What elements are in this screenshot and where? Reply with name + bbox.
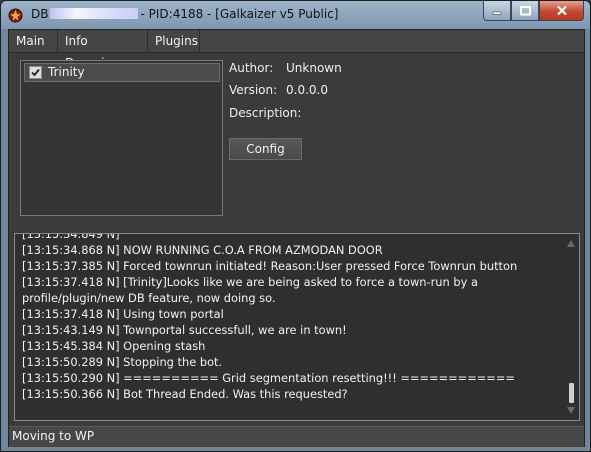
maximize-icon [519, 5, 531, 15]
log-line: [13:15:37.418 N] Using town portal [22, 307, 224, 321]
scroll-down-arrow-icon[interactable] [567, 407, 575, 414]
menu-info-dumping[interactable]: Info Dumping [58, 30, 148, 70]
title-bar[interactable]: DB - PID:4188 - [Galkaizer v5 Public] [1, 1, 590, 29]
window-title: DB - PID:4188 - [Galkaizer v5 Public] [31, 7, 338, 21]
log-scrollbar[interactable] [565, 235, 578, 419]
menu-plugins[interactable]: Plugins [148, 30, 200, 52]
scroll-up-arrow-icon[interactable] [567, 240, 575, 247]
log-line: [13:15:50.289 N] Stopping the bot. [22, 355, 223, 369]
minimize-button[interactable] [483, 1, 511, 21]
plugin-label: Trinity [48, 65, 85, 79]
config-button[interactable]: Config [229, 138, 302, 160]
version-value: 0.0.0.0 [286, 83, 328, 97]
plugin-row-trinity[interactable]: Trinity [24, 63, 220, 82]
log-line: [13:15:50.290 N] ========== Grid segment… [22, 371, 515, 385]
minimize-icon [492, 11, 502, 15]
log-line: [13:15:50.366 N] Bot Thread Ended. Was t… [22, 387, 348, 401]
app-logo-icon [8, 8, 23, 23]
log-line: [13:15:34.868 N] NOW RUNNING C.O.A FROM … [22, 243, 383, 257]
description-label: Description: [229, 106, 302, 120]
plugin-list: Trinity [20, 60, 223, 216]
window-title-prefix: DB [31, 7, 49, 21]
redacted-name [50, 8, 139, 19]
version-label: Version: [229, 83, 278, 97]
main-window: DB - PID:4188 - [Galkaizer v5 Public] Mai… [0, 0, 591, 452]
client-area: Main Info Dumping Plugins Trinity Author… [8, 29, 585, 447]
status-text: Moving to WP [12, 429, 95, 443]
scroll-thumb[interactable] [569, 383, 574, 403]
author-value: Unknown [286, 61, 342, 75]
menu-bar: Main Info Dumping Plugins [9, 30, 584, 70]
log-output[interactable]: [13:15:34.849 N] [13:15:34.868 N] NOW RU… [14, 233, 580, 421]
log-line: [13:15:37.418 N] [Trinity]Looks like we … [22, 275, 478, 305]
author-label: Author: [229, 61, 274, 75]
status-bar: Moving to WP [9, 426, 584, 447]
close-button[interactable] [539, 1, 584, 21]
log-line: [13:15:37.385 N] Forced townrun initiate… [22, 259, 518, 273]
log-line: [13:15:43.149 N] Townportal successfull,… [22, 323, 347, 337]
log-line: [13:15:45.384 N] Opening stash [22, 339, 206, 353]
window-title-suffix: - PID:4188 - [Galkaizer v5 Public] [140, 7, 339, 21]
log-line: [13:15:34.849 N] [22, 233, 120, 241]
maximize-button[interactable] [511, 1, 539, 21]
log-lines: [13:15:34.849 N] [13:15:34.868 N] NOW RU… [22, 233, 562, 402]
plugin-checkbox[interactable] [29, 66, 42, 79]
menu-main[interactable]: Main [9, 30, 58, 52]
checkmark-icon [31, 68, 40, 77]
window-controls [483, 1, 584, 21]
close-icon [556, 5, 567, 16]
